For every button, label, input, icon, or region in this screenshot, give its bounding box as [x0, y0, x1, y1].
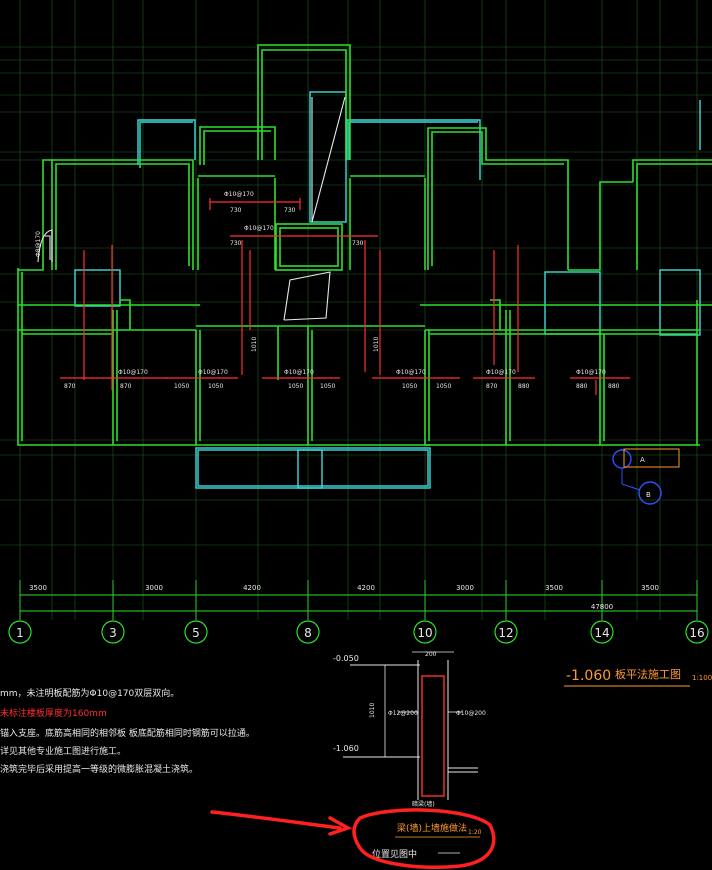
- dim-seg-3: 4200: [243, 584, 261, 592]
- note-line-2: 未标注楼板厚度为160mm: [0, 707, 107, 719]
- axis-label-1: 1: [16, 626, 24, 640]
- dim-label-12: 880: [608, 383, 620, 390]
- cad-drawing-canvas: Φ10@170 Φ10@170 Φ10@170 Φ10@170 Φ10@170 …: [0, 0, 712, 869]
- axis-label-5: 5: [192, 626, 200, 640]
- rebar-label-1: Φ10@170: [224, 191, 254, 198]
- note-line-4: 详见其他专业施工图进行施工。: [0, 745, 126, 757]
- note-line-5: 浇筑完毕后采用提高一等级的微膨胀混凝土浇筑。: [0, 763, 198, 775]
- dim-seg-2: 3000: [145, 584, 163, 592]
- section-marker: A B: [612, 448, 680, 505]
- dim-label-6: 1050: [320, 383, 335, 390]
- detail-caption: 梁(墙)上墙施做法: [397, 822, 467, 834]
- dim-seg-5: 3000: [456, 584, 474, 592]
- marker-b-label: B: [646, 491, 651, 499]
- dim-label-17: 1010: [251, 337, 258, 352]
- note-line-1: mm，未注明板配筋为Φ10@170双层双向。: [0, 687, 179, 699]
- dim-label-4: 1050: [208, 383, 223, 390]
- elev-bottom: -1.060: [333, 744, 359, 753]
- dim-seg-6: 3500: [545, 584, 563, 592]
- dim-label-15: 730: [230, 240, 242, 247]
- general-notes: mm，未注明板配筋为Φ10@170双层双向。 未标注楼板厚度为160mm 锚入支…: [0, 687, 255, 775]
- detail-rebar-right: Φ10@200: [456, 710, 486, 717]
- dim-label-8: 1050: [436, 383, 451, 390]
- rebar-label-2: Φ10@170: [244, 225, 274, 232]
- axis-label-16: 16: [689, 626, 704, 640]
- dim-label-14: 730: [284, 207, 296, 214]
- rebar-label-7: Φ10@170: [486, 369, 516, 376]
- dim-seg-1: 3500: [29, 584, 47, 592]
- rebar-label-6: Φ10@170: [396, 369, 426, 376]
- red-annotation: [210, 808, 496, 869]
- dim-label-5: 1050: [288, 383, 303, 390]
- note-line-3: 锚入支座。底筋高相同的相邻板 板底配筋相同时钢筋可以拉通。: [0, 727, 255, 739]
- axis-labels: 1 3 5 8 10 12 14 16: [16, 626, 704, 640]
- drawing-title-block: -1.060 板平法施工图 1:100: [564, 667, 712, 687]
- rebar-label-8: Φ10@170: [576, 369, 606, 376]
- plan-rebar-labels: Φ10@170 Φ10@170 Φ10@170 Φ10@170 Φ10@170 …: [35, 191, 620, 390]
- drawing-elevation: -1.060: [566, 668, 611, 684]
- dim-label-7: 1050: [402, 383, 417, 390]
- drawing-title: 板平法施工图: [615, 667, 681, 681]
- dim-label-2: 870: [120, 383, 132, 390]
- detail-wall-label: 暗梁(墙): [412, 800, 435, 808]
- elev-top: -0.050: [333, 654, 359, 663]
- background-grid: [0, 0, 712, 620]
- rebar-label-4: Φ10@170: [198, 369, 228, 376]
- dimension-texts: 3500 3000 4200 4200 3000 3500 3500 47800: [29, 584, 659, 611]
- dim-label-18: 1010: [373, 337, 380, 352]
- detail-side-dim: 1010: [369, 703, 376, 718]
- detail-width: 200: [425, 651, 437, 658]
- dim-label-9: 870: [486, 383, 498, 390]
- marker-a-label: A: [640, 456, 645, 464]
- dim-label-16: 730: [352, 240, 364, 247]
- axis-label-3: 3: [109, 626, 117, 640]
- cyan-wall-outline: [74, 91, 701, 489]
- dim-label-10: 880: [518, 383, 530, 390]
- detail-caption-scale: 1:20: [468, 829, 482, 836]
- dim-label-3: 1050: [174, 383, 189, 390]
- axis-label-12: 12: [498, 626, 513, 640]
- dim-seg-4: 4200: [357, 584, 375, 592]
- axis-label-10: 10: [417, 626, 432, 640]
- axis-label-8: 8: [304, 626, 312, 640]
- wall-section-detail: -0.050 -1.060 200 Φ12@200 Φ10@200 1010 暗…: [333, 651, 486, 808]
- dim-label-13: 730: [230, 207, 242, 214]
- rebar-label-9: Φ8@170: [35, 231, 42, 257]
- rebar-label-3: Φ10@170: [118, 369, 148, 376]
- rebar-label-5: Φ10@170: [284, 369, 314, 376]
- axis-label-14: 14: [594, 626, 609, 640]
- dim-label-1: 870: [64, 383, 76, 390]
- dim-label-11: 880: [576, 383, 588, 390]
- detail-rebar-left: Φ12@200: [388, 710, 418, 717]
- drawing-scale: 1:100: [692, 674, 712, 682]
- dim-seg-7: 3500: [641, 584, 659, 592]
- dim-total: 47800: [591, 603, 613, 611]
